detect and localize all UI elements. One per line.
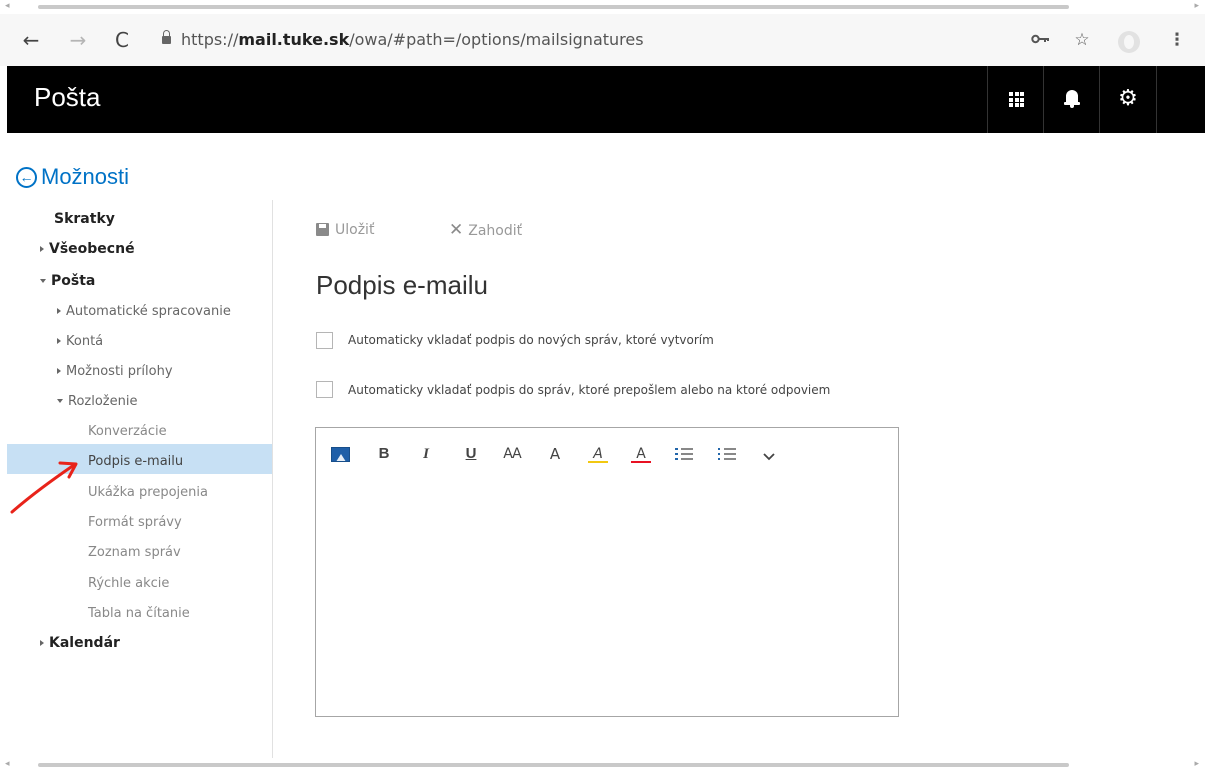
- highlight-color-bar: [588, 461, 608, 463]
- lock-icon: [162, 30, 171, 44]
- bold-button[interactable]: B: [371, 442, 397, 466]
- italic-button[interactable]: I: [413, 442, 439, 466]
- nav-item-general[interactable]: Všeobecné: [40, 241, 135, 257]
- expand-right-icon: [57, 338, 61, 344]
- app-header: Pošta ⚙: [7, 66, 1205, 133]
- nav-item-attachment-options[interactable]: Možnosti prílohy: [57, 364, 173, 379]
- options-label: Možnosti: [41, 164, 130, 189]
- scroll-left-icon[interactable]: ◂: [5, 759, 10, 769]
- auto-insert-new-checkbox[interactable]: [316, 332, 333, 349]
- font-size-button[interactable]: AA: [499, 442, 525, 466]
- signature-editor[interactable]: B I U AA A A A: [315, 427, 899, 717]
- nav-item-reading-pane[interactable]: Tabla na čítanie: [88, 606, 190, 621]
- nav-item-layout-label: Rozloženie: [68, 394, 138, 409]
- browser-toolbar: ← → C https://mail.tuke.sk/owa/#path=/op…: [0, 14, 1205, 66]
- settings-button[interactable]: ⚙: [1099, 66, 1157, 133]
- expand-right-icon: [57, 308, 61, 314]
- top-scrollbar[interactable]: ◂ ▸: [0, 0, 1205, 14]
- forward-arrow-icon[interactable]: →: [63, 25, 93, 55]
- back-circle-icon: ←: [16, 167, 37, 188]
- url-host: mail.tuke.sk: [238, 30, 350, 49]
- auto-insert-reply-checkbox[interactable]: [316, 381, 333, 398]
- save-label: Uložiť: [335, 222, 375, 238]
- expand-right-icon: [40, 640, 44, 646]
- auto-insert-new-label: Automaticky vkladať podpis do nových spr…: [348, 333, 714, 347]
- numbered-list-icon[interactable]: [718, 447, 736, 461]
- bookmark-star-icon[interactable]: ☆: [1068, 26, 1096, 54]
- notifications-button[interactable]: [1043, 66, 1100, 133]
- gear-icon: ⚙: [1118, 86, 1138, 111]
- options-back-link[interactable]: ← Možnosti: [16, 164, 129, 194]
- url-scheme: https://: [181, 30, 239, 49]
- scroll-left-icon[interactable]: ◂: [5, 1, 10, 11]
- nav-item-mail[interactable]: Pošta: [40, 273, 95, 289]
- expand-down-icon: [57, 399, 63, 403]
- nav-item-link-preview[interactable]: Ukážka prepojenia: [88, 485, 208, 500]
- discard-label: Zahodiť: [468, 223, 523, 239]
- scrollbar-thumb[interactable]: [38, 763, 1069, 767]
- nav-item-auto-processing[interactable]: Automatické spracovanie: [57, 304, 231, 319]
- nav-item-calendar[interactable]: Kalendár: [40, 635, 120, 651]
- scrollbar-thumb[interactable]: [38, 5, 1069, 9]
- discard-button[interactable]: ✕ Zahodiť: [449, 218, 522, 242]
- waffle-icon: [1009, 92, 1024, 107]
- nav-item-general-label: Všeobecné: [49, 241, 135, 257]
- expand-right-icon: [57, 368, 61, 374]
- font-color-bar: [631, 461, 651, 463]
- menu-kebab-icon[interactable]: ⋮: [1163, 26, 1191, 54]
- nav-item-email-signature[interactable]: Podpis e-mailu: [88, 454, 183, 469]
- url-path: /owa/#path=/options/mailsignatures: [349, 30, 644, 49]
- scroll-right-icon[interactable]: ▸: [1194, 759, 1199, 769]
- font-color-button[interactable]: A: [628, 442, 654, 466]
- page-title: Podpis e-mailu: [316, 270, 488, 300]
- grow-font-button[interactable]: A: [542, 442, 568, 466]
- nav-item-message-format[interactable]: Formát správy: [88, 515, 182, 530]
- app-launcher-button[interactable]: [987, 66, 1044, 133]
- nav-item-conversations[interactable]: Konverzácie: [88, 424, 167, 439]
- nav-item-mail-label: Pošta: [51, 273, 96, 289]
- nav-item-accounts[interactable]: Kontá: [57, 334, 103, 349]
- auto-insert-reply-label: Automaticky vkladať podpis do správ, kto…: [348, 383, 831, 397]
- nav-item-message-list[interactable]: Zoznam správ: [88, 545, 181, 560]
- save-button[interactable]: Uložiť: [316, 218, 374, 242]
- highlight-glyph: A: [593, 446, 603, 462]
- insert-image-icon[interactable]: [331, 447, 350, 462]
- floppy-disk-icon: [316, 223, 329, 236]
- nav-item-accounts-label: Kontá: [66, 334, 104, 349]
- expand-down-icon: [40, 279, 46, 283]
- nav-item-shortcuts[interactable]: Skratky: [54, 211, 115, 227]
- nav-item-calendar-label: Kalendár: [49, 635, 120, 651]
- nav-item-attachment-options-label: Možnosti prílohy: [66, 364, 173, 379]
- underline-button[interactable]: U: [458, 442, 484, 466]
- nav-item-quick-actions[interactable]: Rýchle akcie: [88, 576, 169, 591]
- address-bar[interactable]: https://mail.tuke.sk/owa/#path=/options/…: [162, 28, 982, 52]
- nav-divider: [272, 200, 273, 760]
- more-options-chevron-icon[interactable]: [756, 444, 782, 468]
- highlight-button[interactable]: A: [585, 442, 611, 466]
- nav-item-auto-processing-label: Automatické spracovanie: [66, 304, 231, 319]
- red-arrow-annotation: [10, 461, 78, 514]
- nav-item-layout[interactable]: Rozloženie: [57, 394, 137, 409]
- app-title: Pošta: [34, 82, 101, 112]
- profile-avatar-icon[interactable]: [1118, 31, 1140, 53]
- back-arrow-icon[interactable]: ←: [16, 25, 46, 55]
- bell-icon: [1064, 90, 1080, 108]
- key-icon[interactable]: [1026, 26, 1054, 54]
- reload-icon[interactable]: C: [107, 25, 137, 55]
- font-color-glyph: A: [636, 446, 646, 462]
- close-x-icon: ✕: [449, 220, 464, 240]
- expand-right-icon: [40, 246, 44, 252]
- bullet-list-icon[interactable]: [675, 447, 693, 461]
- bottom-scrollbar[interactable]: ◂ ▸: [0, 758, 1205, 772]
- scroll-right-icon[interactable]: ▸: [1194, 1, 1199, 11]
